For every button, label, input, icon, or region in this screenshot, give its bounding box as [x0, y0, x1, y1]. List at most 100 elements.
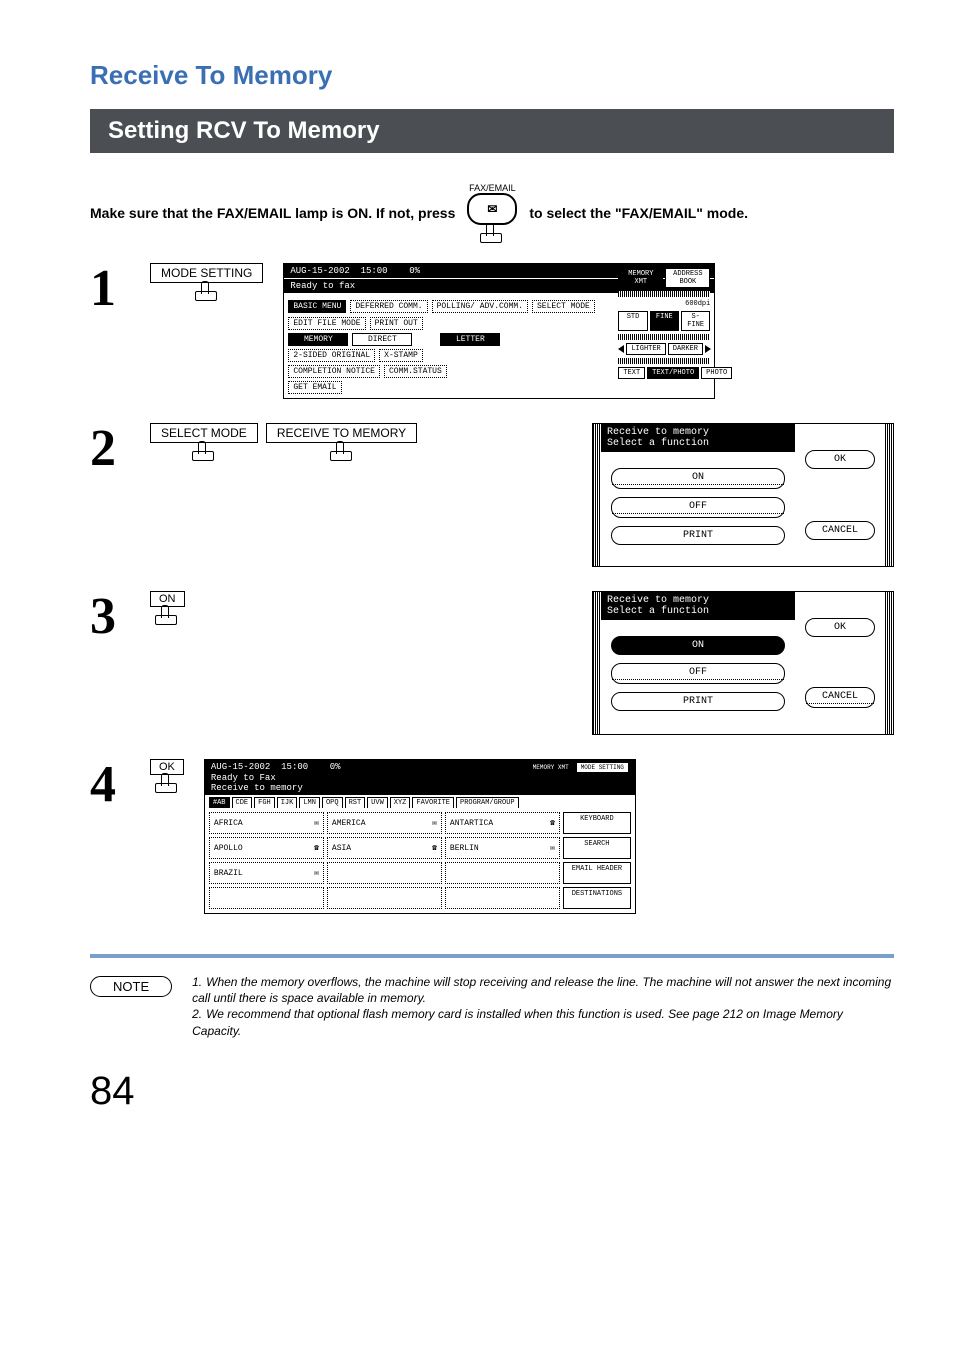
- tab-rst[interactable]: RST: [345, 797, 366, 808]
- address-book-screen: AUG-15-2002 15:00 0% MEMORY XMT MODE SET…: [204, 759, 636, 914]
- press-icon: [330, 445, 354, 461]
- memory-pct: 0%: [409, 266, 420, 276]
- textphoto-button[interactable]: TEXT/PHOTO: [647, 367, 699, 379]
- get-email-button[interactable]: GET EMAIL: [288, 381, 341, 394]
- keyboard-button[interactable]: KEYBOARD: [563, 812, 631, 834]
- screen-time: 15:00: [281, 762, 308, 772]
- entry-africa[interactable]: AFRICA✉: [209, 812, 324, 834]
- step-number: 3: [90, 591, 150, 643]
- press-icon: [192, 445, 216, 461]
- memory-xmt-button[interactable]: MEMORY XMT: [528, 762, 574, 773]
- address-book-button[interactable]: ADDRESS BOOK: [665, 268, 710, 288]
- tab-favorite[interactable]: FAVORITE: [412, 797, 454, 808]
- memory-button[interactable]: MEMORY: [288, 333, 348, 346]
- select-mode-key[interactable]: SELECT MODE: [150, 423, 258, 443]
- std-button[interactable]: STD: [618, 311, 647, 331]
- intro-text-2: to select the "FAX/EMAIL" mode.: [529, 205, 748, 221]
- mode-setting-button[interactable]: MODE SETTING: [576, 762, 629, 773]
- entry-antartica[interactable]: ANTARTICA☎: [445, 812, 560, 834]
- press-icon: [195, 285, 219, 301]
- popup-screen-3: Receive to memory Select a function ON O…: [592, 591, 894, 735]
- screen-time: 15:00: [361, 266, 388, 276]
- print-button[interactable]: PRINT: [611, 692, 785, 711]
- lighter-button[interactable]: LIGHTER: [626, 343, 665, 355]
- note-item-2: We recommend that optional flash memory …: [192, 1007, 843, 1037]
- entry-apollo[interactable]: APOLLO☎: [209, 837, 324, 859]
- on-button[interactable]: ON: [611, 468, 785, 489]
- cancel-button[interactable]: CANCEL: [805, 687, 875, 708]
- note-item-1: When the memory overflows, the machine w…: [192, 975, 891, 1005]
- on-button-selected[interactable]: ON: [611, 636, 785, 655]
- tab-print-out[interactable]: PRINT OUT: [370, 317, 423, 330]
- receive-to-memory-key[interactable]: RECEIVE TO MEMORY: [266, 423, 417, 443]
- completion-notice-button[interactable]: COMPLETION NOTICE: [288, 365, 380, 378]
- entry-empty[interactable]: [445, 862, 560, 884]
- tab-uvw[interactable]: UVW: [367, 797, 388, 808]
- phone-icon: ☎: [314, 843, 319, 853]
- tab-opq[interactable]: OPQ: [322, 797, 343, 808]
- step-number: 4: [90, 759, 150, 811]
- tab-fgh[interactable]: FGH: [254, 797, 275, 808]
- press-icon: [480, 227, 504, 243]
- tab-lmn[interactable]: LMN: [299, 797, 320, 808]
- print-button[interactable]: PRINT: [611, 526, 785, 545]
- entry-brazil[interactable]: BRAZIL✉: [209, 862, 324, 884]
- darker-button[interactable]: DARKER: [668, 343, 703, 355]
- ok-button[interactable]: OK: [805, 618, 875, 637]
- email-header-button[interactable]: EMAIL HEADER: [563, 862, 631, 884]
- screen-side-panel: MEMORY XMT ADDRESS BOOK 600dpi STD FINE …: [618, 268, 710, 379]
- entry-empty[interactable]: [209, 887, 324, 909]
- fax-email-label: FAX/EMAIL: [469, 183, 516, 193]
- tab-cde[interactable]: CDE: [232, 797, 253, 808]
- entry-berlin[interactable]: BERLIN✉: [445, 837, 560, 859]
- sfine-button[interactable]: S-FINE: [681, 311, 710, 331]
- photo-button[interactable]: PHOTO: [701, 367, 732, 379]
- mail-icon: ✉: [314, 868, 319, 878]
- memory-xmt-button[interactable]: MEMORY XMT: [618, 268, 663, 288]
- off-button[interactable]: OFF: [611, 663, 785, 684]
- entry-empty[interactable]: [327, 887, 442, 909]
- entry-america[interactable]: AMERICA✉: [327, 812, 442, 834]
- divider: [90, 954, 894, 958]
- fine-button[interactable]: FINE: [650, 311, 679, 331]
- two-sided-button[interactable]: 2-SIDED ORIGINAL: [288, 349, 375, 362]
- note-badge: NOTE: [90, 976, 172, 997]
- lcd-screen-1: AUG-15-2002 15:00 0% Ready to fax BASIC …: [283, 263, 715, 399]
- text-button[interactable]: TEXT: [618, 367, 645, 379]
- phone-icon: ☎: [432, 843, 437, 853]
- step-number: 2: [90, 423, 150, 475]
- tab-ab[interactable]: #AB: [209, 797, 230, 808]
- off-button[interactable]: OFF: [611, 497, 785, 518]
- tab-xyz[interactable]: XYZ: [390, 797, 411, 808]
- tab-ijk[interactable]: IJK: [277, 797, 298, 808]
- popup-title: Receive to memory Select a function: [601, 592, 795, 620]
- stripe-decor: [618, 358, 710, 364]
- entry-asia[interactable]: ASIA☎: [327, 837, 442, 859]
- x-stamp-button[interactable]: X-STAMP: [379, 349, 423, 362]
- tab-select-mode[interactable]: SELECT MODE: [532, 300, 595, 313]
- entry-empty[interactable]: [327, 862, 442, 884]
- screen-status: Ready to fax: [290, 281, 355, 291]
- ok-button[interactable]: OK: [805, 450, 875, 469]
- fax-email-button[interactable]: FAX/EMAIL ✉: [467, 183, 517, 243]
- step-4: document.currentScript.previousElementSi…: [90, 759, 894, 914]
- letter-button[interactable]: LETTER: [440, 333, 500, 346]
- destinations-button[interactable]: DESTINATIONS: [563, 887, 631, 909]
- darker-icon: [705, 345, 711, 353]
- dpi-label: 600dpi: [618, 300, 710, 308]
- entry-empty[interactable]: [445, 887, 560, 909]
- search-button[interactable]: SEARCH: [563, 837, 631, 859]
- mode-setting-key[interactable]: MODE SETTING: [150, 263, 263, 283]
- tab-polling[interactable]: POLLING/ ADV.COMM.: [432, 300, 528, 313]
- intro-text-1: Make sure that the FAX/EMAIL lamp is ON.…: [90, 205, 455, 221]
- cancel-button[interactable]: CANCEL: [805, 521, 875, 540]
- step-number: 1: [90, 263, 150, 315]
- direct-button[interactable]: DIRECT: [352, 333, 412, 346]
- tab-program-group[interactable]: PROGRAM/GROUP: [456, 797, 519, 808]
- step-3: 3 ON Receive to memory Select a function: [90, 591, 894, 735]
- comm-status-button[interactable]: COMM.STATUS: [384, 365, 447, 378]
- tab-edit-file[interactable]: EDIT FILE MODE: [288, 317, 365, 330]
- tab-basic-menu[interactable]: BASIC MENU: [288, 300, 346, 313]
- fax-email-icon: ✉: [467, 193, 517, 225]
- tab-deferred[interactable]: DEFERRED COMM.: [350, 300, 427, 313]
